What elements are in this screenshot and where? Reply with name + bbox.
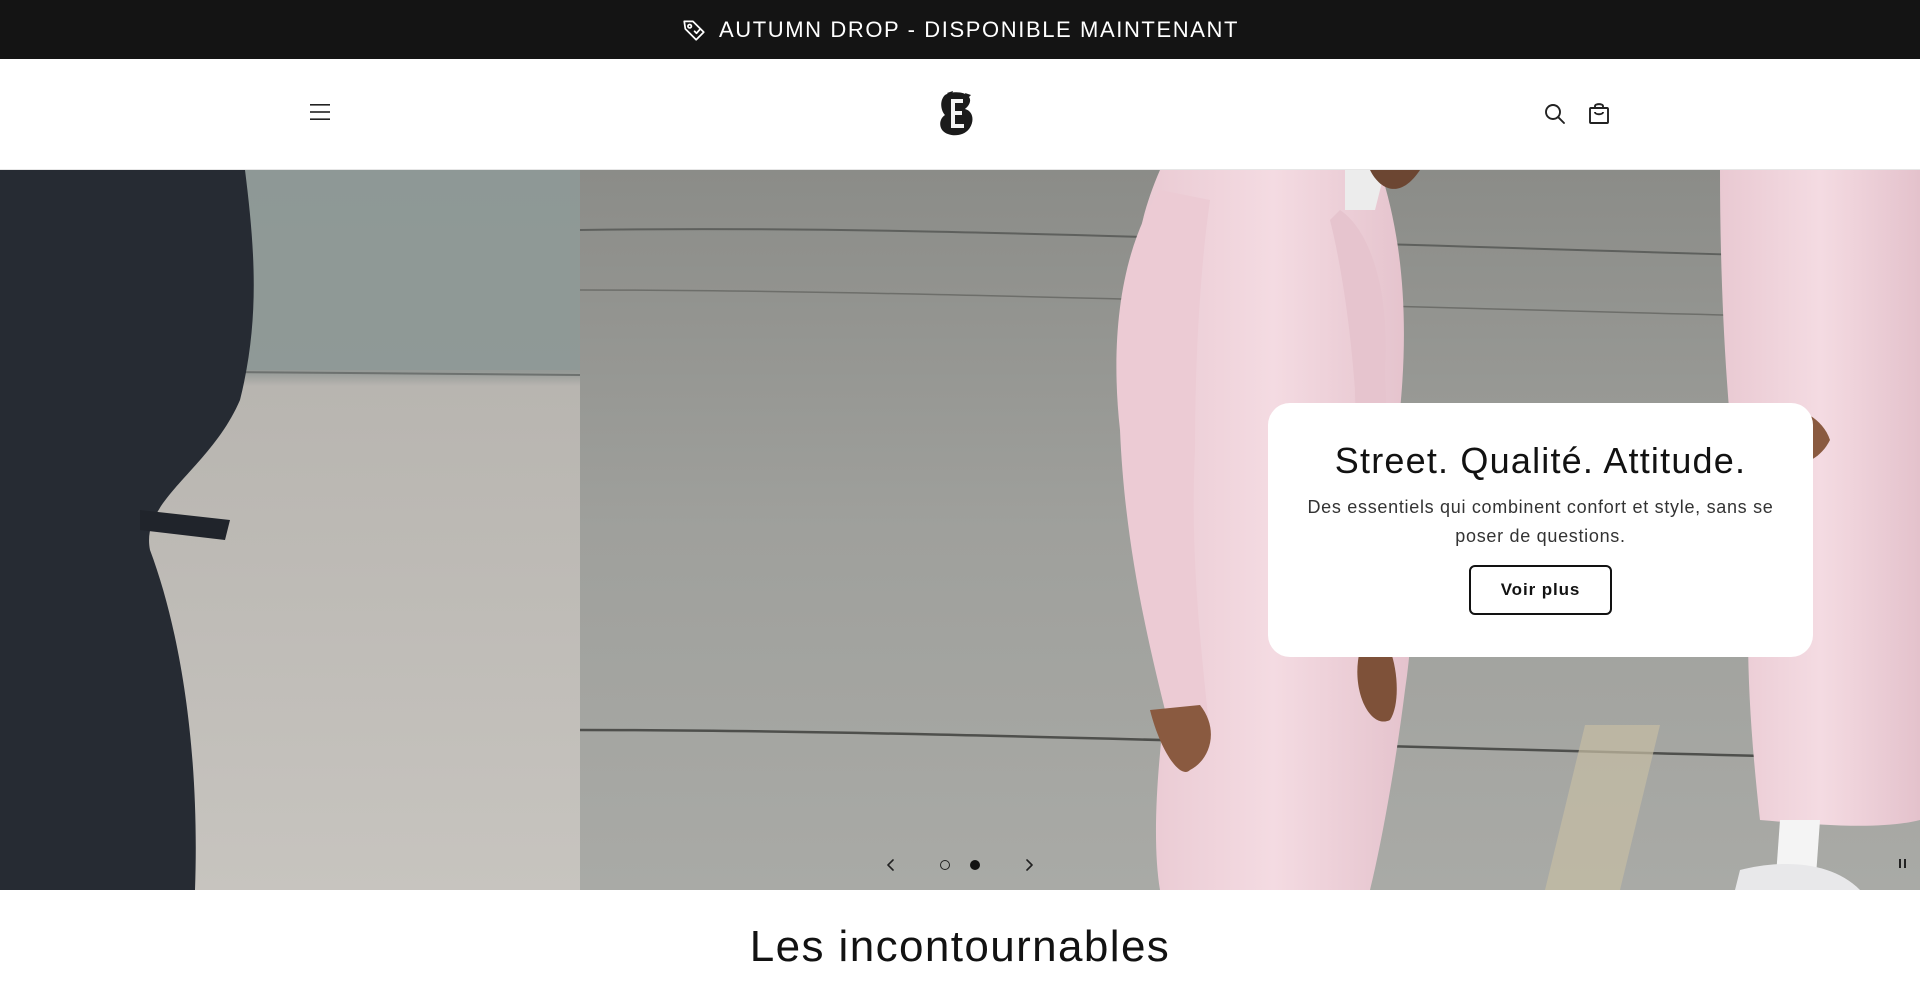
section-title: Les incontournables — [749, 922, 1171, 971]
search-icon — [1545, 104, 1565, 124]
slideshow-controls — [880, 850, 1040, 880]
previous-slide-button[interactable] — [880, 854, 902, 876]
pause-slideshow-button[interactable] — [1892, 853, 1912, 873]
slide-dot-1[interactable] — [940, 860, 950, 870]
hero-heading: Street. Qualité. Attitude. — [1334, 440, 1747, 481]
next-slide-button[interactable] — [1018, 854, 1040, 876]
hero-subtext: Des essentiels qui combinent confort et … — [1307, 496, 1774, 546]
chevron-right-icon — [1026, 859, 1033, 871]
hero-content-card: Street. Qualité. Attitude. Des essentiel… — [1268, 403, 1813, 657]
tag-icon — [683, 19, 705, 41]
shopping-bag-icon — [1589, 103, 1609, 124]
pause-icon — [1898, 858, 1901, 868]
slide-dot-2[interactable] — [970, 860, 980, 870]
brand-logo[interactable] — [935, 89, 979, 139]
cart-button[interactable] — [1584, 97, 1614, 129]
site-header — [0, 59, 1920, 170]
see-more-button[interactable]: Voir plus — [1469, 564, 1612, 615]
hamburger-menu-icon — [310, 104, 330, 120]
chevron-left-icon — [887, 859, 894, 871]
menu-button[interactable] — [305, 97, 335, 127]
search-button[interactable] — [1540, 99, 1570, 129]
slide-dots — [940, 860, 980, 870]
hero-slideshow: Street. Qualité. Attitude. Des essentiel… — [0, 170, 1920, 890]
announcement-text[interactable]: AUTUMN DROP - DISPONIBLE MAINTENANT — [719, 17, 1239, 43]
announcement-bar: AUTUMN DROP - DISPONIBLE MAINTENANT — [0, 0, 1920, 59]
